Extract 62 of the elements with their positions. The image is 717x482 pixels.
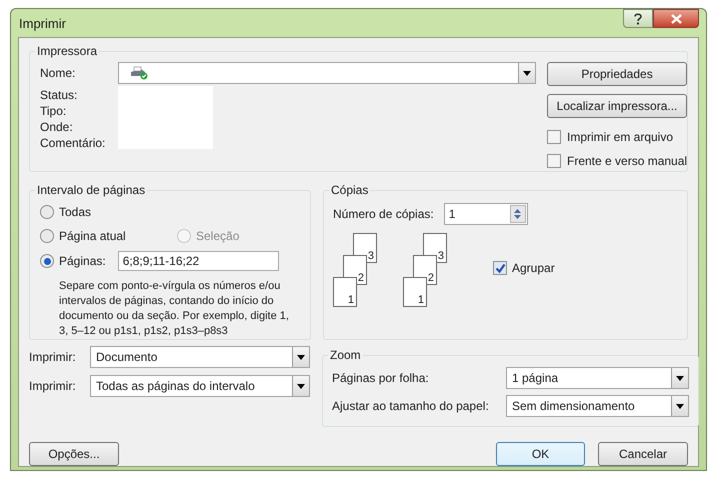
page-number: 1 <box>418 295 424 306</box>
caret-icon <box>297 384 305 388</box>
dropdown[interactable]: 1 página <box>506 367 689 389</box>
checkbox-label: Imprimir em arquivo <box>567 129 674 146</box>
page-number: 3 <box>438 251 444 262</box>
page-number: 2 <box>358 273 364 284</box>
printer-icon <box>129 66 149 80</box>
group-label: Impressora <box>35 44 100 58</box>
radio-button[interactable] <box>40 205 54 219</box>
find-printer-button[interactable]: Localizar impressora... <box>547 94 688 118</box>
field-label: Páginas por folha: <box>332 370 430 387</box>
info-label: Comentário: <box>40 135 106 151</box>
caret-icon <box>297 354 305 360</box>
page-number: 1 <box>348 295 354 306</box>
info-label: Status: <box>40 87 78 103</box>
close-icon <box>670 14 682 24</box>
copies-spinner[interactable]: 1 <box>444 203 528 225</box>
ok-button[interactable]: OK <box>496 442 585 466</box>
field-label: Nome: <box>40 65 76 82</box>
dropdown-button[interactable] <box>292 376 309 396</box>
checkbox-label: Frente e verso manual <box>567 153 688 170</box>
radio-button[interactable] <box>40 254 54 268</box>
radio-label: Página atual <box>59 228 126 245</box>
page-number: 2 <box>428 273 434 284</box>
dropdown[interactable]: Sem dimensionamento <box>506 395 689 417</box>
caret-icon <box>523 70 531 76</box>
dropdown-button[interactable] <box>292 347 309 367</box>
info-label: Onde: <box>40 119 74 135</box>
spin-arrows-icon[interactable] <box>510 205 526 223</box>
checkbox-label: Agrupar <box>512 260 555 277</box>
page-number: 3 <box>368 251 374 262</box>
field-label: Número de cópias: <box>333 206 434 223</box>
field-label: Ajustar ao tamanho do papel: <box>332 398 490 415</box>
help-icon <box>634 12 642 24</box>
radio-label: Seleção <box>196 228 240 245</box>
group-label: Zoom <box>328 348 363 362</box>
field-label: Imprimir: <box>29 349 77 366</box>
options-button[interactable]: Opções... <box>29 442 119 466</box>
info-label: Tipo: <box>40 103 68 119</box>
radio-label: Todas <box>59 204 92 221</box>
hint-text: Separe com ponto-e-vírgula os números e/ou intervalos de páginas, contando do início do documento ou da seção. Por exemplo, digite 1, 3, 5–12 ou p1s1, p1s2, p1s3–p8s3 <box>58 279 290 339</box>
properties-button[interactable]: Propriedades <box>547 62 688 86</box>
group-label: Cópias <box>329 183 370 197</box>
checkbox[interactable] <box>547 130 561 144</box>
dropdown[interactable]: Todas as páginas do intervalo <box>90 375 310 397</box>
caret-icon <box>676 376 684 380</box>
radio-label: Páginas: <box>59 253 106 270</box>
dropdown-button[interactable] <box>671 368 688 388</box>
dropdown-button[interactable] <box>518 63 535 83</box>
group-label: Intervalo de páginas <box>35 183 148 197</box>
close-button[interactable] <box>653 9 699 28</box>
help-button[interactable] <box>623 9 653 28</box>
dropdown[interactable]: Documento <box>90 346 310 368</box>
caret-icon <box>676 404 684 408</box>
field-label: Imprimir: <box>29 378 77 395</box>
dropdown-button[interactable] <box>671 396 688 416</box>
pages-input[interactable]: 6;8;9;11-16;22 <box>118 251 279 271</box>
checkbox[interactable] <box>547 154 561 168</box>
checkbox[interactable] <box>493 261 507 275</box>
cancel-button[interactable]: Cancelar <box>598 442 688 466</box>
radio-button[interactable] <box>40 229 54 243</box>
window-title: Imprimir <box>18 15 66 34</box>
